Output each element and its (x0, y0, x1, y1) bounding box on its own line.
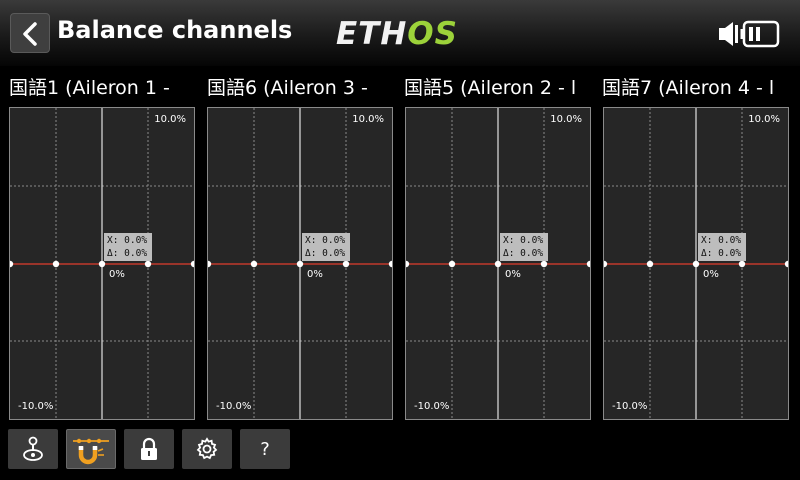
stick-icon (23, 436, 43, 461)
balance-curve-panel-1[interactable]: 10.0% -10.0% X: 0.0% Δ: 0.0% 0% (9, 107, 195, 420)
tooltip-delta-value: Δ: 0.0% (305, 248, 346, 259)
logo-text-eth: ETH (336, 16, 408, 52)
curve-point-4[interactable] (738, 260, 746, 268)
settings-button[interactable] (182, 429, 232, 469)
page-title: Balance channels (57, 16, 293, 44)
axis-max-label: 10.0% (154, 114, 186, 125)
curve-point-3[interactable] (296, 260, 304, 268)
curve-grid (604, 108, 789, 419)
tooltip-delta-value: Δ: 0.0% (503, 248, 544, 259)
axis-max-label: 10.0% (550, 114, 582, 125)
point-tooltip: X: 0.0% Δ: 0.0% (500, 233, 548, 261)
curve-point-5[interactable] (388, 260, 393, 268)
tooltip-delta-value: Δ: 0.0% (107, 248, 148, 259)
ethos-logo: ETHOS (336, 16, 458, 52)
header-bar: Balance channels ETHOS (0, 0, 800, 66)
center-value-label: 0% (109, 269, 125, 280)
curve-grid (10, 108, 195, 419)
lock-icon (141, 437, 157, 460)
back-button[interactable] (10, 13, 50, 53)
point-tooltip: X: 0.0% Δ: 0.0% (698, 233, 746, 261)
axis-min-label: -10.0% (414, 401, 450, 412)
tooltip-delta-value: Δ: 0.0% (701, 248, 742, 259)
curve-point-2[interactable] (52, 260, 60, 268)
channel-label-4: 国語7 (Aileron 4 - l (602, 77, 775, 99)
axis-min-label: -10.0% (612, 401, 648, 412)
curve-point-1[interactable] (406, 260, 410, 268)
help-button[interactable]: ? (240, 429, 290, 469)
curve-point-2[interactable] (646, 260, 654, 268)
curve-grid (208, 108, 393, 419)
balance-curve-panel-2[interactable]: 10.0% -10.0% X: 0.0% Δ: 0.0% 0% (207, 107, 393, 420)
curve-grid (406, 108, 591, 419)
logo-text-os: OS (407, 16, 458, 52)
channel-label-3: 国語5 (Aileron 2 - l (404, 77, 577, 99)
battery-icon (740, 20, 780, 48)
curve-point-3[interactable] (494, 260, 502, 268)
magnet-button[interactable] (66, 429, 116, 469)
balance-curve-panel-4[interactable]: 10.0% -10.0% X: 0.0% Δ: 0.0% 0% (603, 107, 789, 420)
tooltip-x-value: X: 0.0% (107, 235, 148, 246)
balance-curve-panel-3[interactable]: 10.0% -10.0% X: 0.0% Δ: 0.0% 0% (405, 107, 591, 420)
axis-max-label: 10.0% (352, 114, 384, 125)
axis-min-label: -10.0% (18, 401, 54, 412)
tooltip-x-value: X: 0.0% (701, 235, 742, 246)
curve-point-4[interactable] (144, 260, 152, 268)
curve-point-5[interactable] (586, 260, 591, 268)
curve-point-2[interactable] (250, 260, 258, 268)
curve-point-3[interactable] (98, 260, 106, 268)
curve-point-4[interactable] (540, 260, 548, 268)
axis-max-label: 10.0% (748, 114, 780, 125)
curve-point-4[interactable] (342, 260, 350, 268)
axis-min-label: -10.0% (216, 401, 252, 412)
point-tooltip: X: 0.0% Δ: 0.0% (104, 233, 152, 261)
curve-point-2[interactable] (448, 260, 456, 268)
curve-point-1[interactable] (10, 260, 14, 268)
gear-icon (196, 437, 218, 460)
point-tooltip: X: 0.0% Δ: 0.0% (302, 233, 350, 261)
tooltip-x-value: X: 0.0% (503, 235, 544, 246)
curve-point-5[interactable] (784, 260, 789, 268)
channel-label-1: 国語1 (Aileron 1 - (9, 77, 170, 99)
curve-point-1[interactable] (208, 260, 212, 268)
stick-button[interactable] (8, 429, 58, 469)
tooltip-x-value: X: 0.0% (305, 235, 346, 246)
magnet-curve-icon (73, 438, 109, 465)
center-value-label: 0% (505, 269, 521, 280)
lock-button[interactable] (124, 429, 174, 469)
status-icons (718, 19, 782, 53)
curve-point-5[interactable] (190, 260, 195, 268)
chevron-left-icon (23, 22, 37, 46)
curve-point-3[interactable] (692, 260, 700, 268)
speaker-icon (719, 22, 738, 46)
center-value-label: 0% (703, 269, 719, 280)
help-icon: ? (260, 438, 270, 460)
curve-point-1[interactable] (604, 260, 608, 268)
center-value-label: 0% (307, 269, 323, 280)
channel-label-2: 国語6 (Aileron 3 - (207, 77, 368, 99)
